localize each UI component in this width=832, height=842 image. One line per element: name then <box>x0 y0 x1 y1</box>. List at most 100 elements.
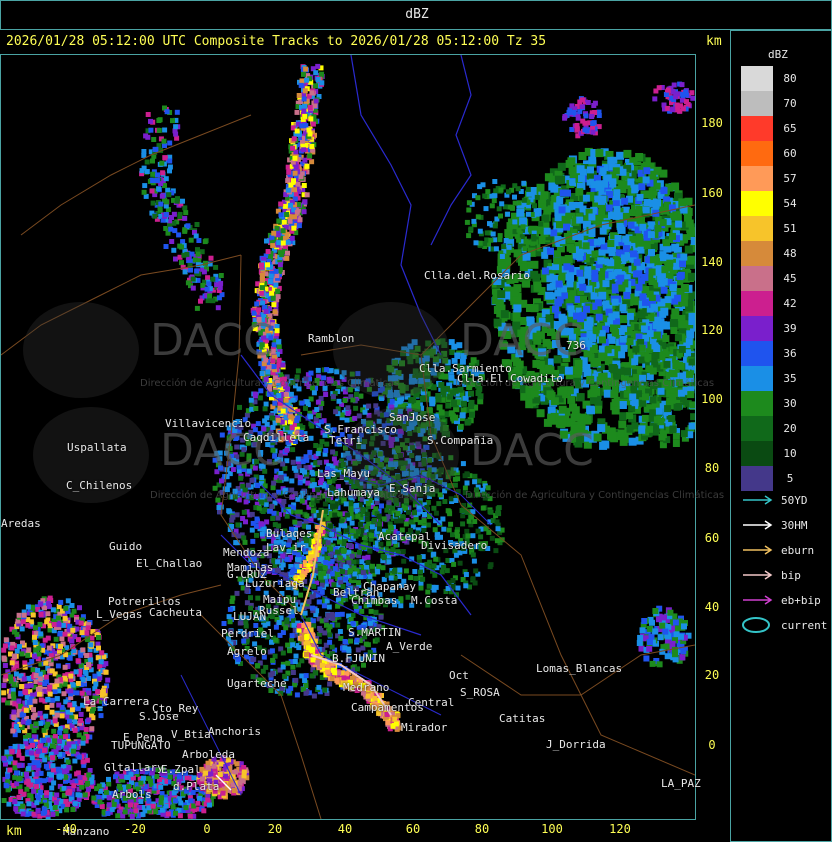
place-label: Mirador <box>401 721 448 734</box>
place-label: Uspallata <box>67 441 127 454</box>
track-label: bip <box>781 569 801 582</box>
track-symbol <box>743 495 773 505</box>
legend-label: 39 <box>783 322 797 335</box>
place-label: Campamentos <box>351 701 424 714</box>
place-label: d.Plata <box>173 780 220 793</box>
place-label: V_Btia <box>171 728 211 741</box>
y-tick-label: 0 <box>708 738 716 752</box>
place-label: S.MARTIN <box>348 626 401 639</box>
dacc-logo-watermark <box>23 302 139 398</box>
watermark-text: DACC <box>470 425 594 476</box>
place-label: Agrelo <box>227 645 267 658</box>
watermark-text: DACC <box>150 315 274 366</box>
place-label: B.FJUNIN <box>332 652 385 665</box>
place-label: Villavicencio <box>165 417 252 430</box>
place-label: S_ROSA <box>460 686 500 699</box>
legend-label: 5 <box>786 472 794 485</box>
x-tick-label: 120 <box>609 822 631 836</box>
field-title: dBZ <box>405 7 429 22</box>
place-label: S.Compañia <box>427 434 494 447</box>
legend-swatch <box>741 191 773 216</box>
legend-swatch <box>741 466 773 491</box>
place-label: La_Carrera <box>83 695 150 708</box>
place-label: Catitas <box>499 712 546 725</box>
legend-title: dBZ <box>768 48 788 61</box>
place-label: Mendoza <box>223 546 270 559</box>
legend-label: 45 <box>783 272 797 285</box>
x-tick-label: 20 <box>267 822 283 836</box>
legend-swatch <box>741 316 773 341</box>
track-symbol <box>743 545 773 555</box>
legend-label: 42 <box>783 297 797 310</box>
legend-label: 35 <box>783 372 797 385</box>
track-label: eb+bip <box>781 594 821 607</box>
place-label: Lomas_Blancas <box>536 662 623 675</box>
x-tick-label: 0 <box>203 822 211 836</box>
place-label: Las_Mayu <box>317 467 370 480</box>
title-bar: dBZ <box>0 0 832 30</box>
place-label: Clla.del.Rosario <box>424 269 530 282</box>
legend-swatch <box>741 266 773 291</box>
place-label: L_Vegas <box>96 608 143 621</box>
track-label: 50YD <box>781 494 808 507</box>
x-tick-label: 40 <box>337 822 353 836</box>
place-label: 736 <box>566 339 586 352</box>
y-axis-unit-label: km <box>706 34 722 49</box>
legend-label: 10 <box>783 447 797 460</box>
legend-label: 48 <box>783 247 797 260</box>
legend-swatch <box>741 291 773 316</box>
place-label: Caqdilleta <box>243 431 310 444</box>
track-label: 30HM <box>781 519 808 532</box>
x-tick-label: -40 <box>55 822 77 836</box>
place-label: M.Costa <box>411 594 458 607</box>
x-tick-label: 60 <box>405 822 421 836</box>
track-symbol <box>743 520 773 530</box>
place-label: Guido <box>109 540 143 553</box>
y-tick-label: 160 <box>701 186 723 200</box>
place-label: Divisadero <box>421 539 488 552</box>
place-label: Tetri <box>329 434 363 447</box>
place-label: Chapanay <box>363 580 416 593</box>
y-tick-label: 120 <box>701 323 723 337</box>
legend-label: 60 <box>783 147 797 160</box>
place-label: E.Zpal <box>161 763 201 776</box>
track-symbol <box>743 595 773 605</box>
track-symbol <box>743 570 773 580</box>
legend-label: 80 <box>783 72 797 85</box>
legend-swatch <box>741 166 773 191</box>
legend-label: 51 <box>783 222 797 235</box>
place-label: Arbols <box>112 788 152 801</box>
legend-swatch <box>741 366 773 391</box>
place-label: SanJose <box>389 411 436 424</box>
x-axis-unit-label: km <box>6 824 22 839</box>
place-label: Clla.El.Cowadito <box>457 372 563 385</box>
legend-label: 20 <box>783 422 797 435</box>
legend-swatch <box>741 441 773 466</box>
y-tick-label: 40 <box>704 600 720 614</box>
x-tick-label: -20 <box>124 822 146 836</box>
place-label: Bulaqes <box>266 527 313 540</box>
watermark-subtext: Dirección de Agricultura y Contingencias… <box>140 378 400 389</box>
place-label: Ramblon <box>308 332 355 345</box>
place-label: S.Jose <box>139 710 179 723</box>
place-label: Ugarteche <box>227 677 287 690</box>
place-label: Perdriel <box>221 627 274 640</box>
place-label: Aredas <box>1 517 41 530</box>
place-label: Arboleda <box>182 748 235 761</box>
place-label: Medrano <box>343 681 390 694</box>
place-label: Cacheuta <box>149 606 202 619</box>
legend-label: 70 <box>783 97 797 110</box>
legend-label: 65 <box>783 122 797 135</box>
legend-swatch <box>741 341 773 366</box>
place-label: E.Sanja <box>389 482 436 495</box>
y-tick-label: 80 <box>704 461 720 475</box>
y-tick-label: 140 <box>701 255 723 269</box>
x-tick-label: 80 <box>474 822 490 836</box>
y-tick-label: 100 <box>701 392 723 406</box>
place-label: Oct <box>449 669 469 682</box>
place-label: A_Verde <box>386 640 433 653</box>
legend-swatch <box>741 241 773 266</box>
legend-label: 36 <box>783 347 797 360</box>
watermark-subtext: Dirección de Agricultura y Contingencias… <box>465 490 725 501</box>
legend-swatch <box>741 216 773 241</box>
